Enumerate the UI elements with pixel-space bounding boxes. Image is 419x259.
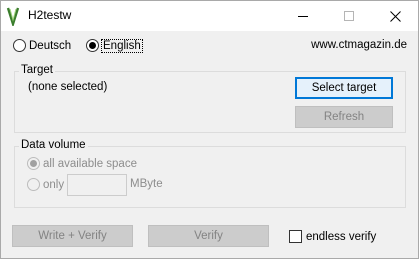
mbyte-input[interactable] bbox=[67, 174, 127, 196]
radio-only-label: only bbox=[43, 178, 65, 191]
radio-deutsch[interactable]: Deutsch bbox=[13, 39, 71, 52]
minimize-icon bbox=[298, 15, 308, 17]
window-title: H2testw bbox=[28, 8, 72, 22]
radio-english-label: English bbox=[101, 38, 143, 53]
target-group-title: Target bbox=[19, 64, 55, 76]
radio-only[interactable]: only bbox=[27, 178, 64, 191]
verify-button[interactable]: Verify bbox=[148, 225, 269, 247]
radio-all-space-label: all available space bbox=[43, 157, 137, 170]
h2testw-app-icon bbox=[5, 6, 21, 29]
mbyte-unit-label: MByte bbox=[130, 178, 163, 190]
title-bar[interactable]: H2testw bbox=[1, 1, 418, 31]
select-target-button[interactable]: Select target bbox=[295, 77, 393, 99]
radio-only-circle[interactable] bbox=[27, 178, 40, 191]
endless-verify-checkbox-row[interactable]: endless verify bbox=[289, 230, 376, 243]
radio-english-circle[interactable] bbox=[86, 39, 99, 52]
radio-deutsch-circle[interactable] bbox=[13, 39, 26, 52]
close-icon bbox=[389, 10, 401, 22]
endless-verify-checkbox[interactable] bbox=[289, 230, 302, 243]
refresh-button[interactable]: Refresh bbox=[295, 106, 393, 128]
minimize-button[interactable] bbox=[280, 1, 326, 31]
radio-all-space[interactable]: all available space bbox=[27, 157, 137, 170]
close-button[interactable] bbox=[372, 1, 418, 31]
endless-verify-label: endless verify bbox=[306, 230, 377, 243]
radio-deutsch-label: Deutsch bbox=[29, 39, 72, 52]
website-label: www.ctmagazin.de bbox=[311, 39, 407, 51]
radio-english[interactable]: English bbox=[86, 38, 143, 53]
write-verify-button[interactable]: Write + Verify bbox=[12, 225, 133, 247]
target-status: (none selected) bbox=[28, 81, 108, 93]
maximize-icon bbox=[344, 11, 354, 21]
data-volume-group-title: Data volume bbox=[19, 139, 88, 151]
maximize-button bbox=[326, 1, 372, 31]
app-window: H2testw Deutsch English www.ctmagazin.de… bbox=[0, 0, 419, 259]
radio-all-space-circle[interactable] bbox=[27, 157, 40, 170]
